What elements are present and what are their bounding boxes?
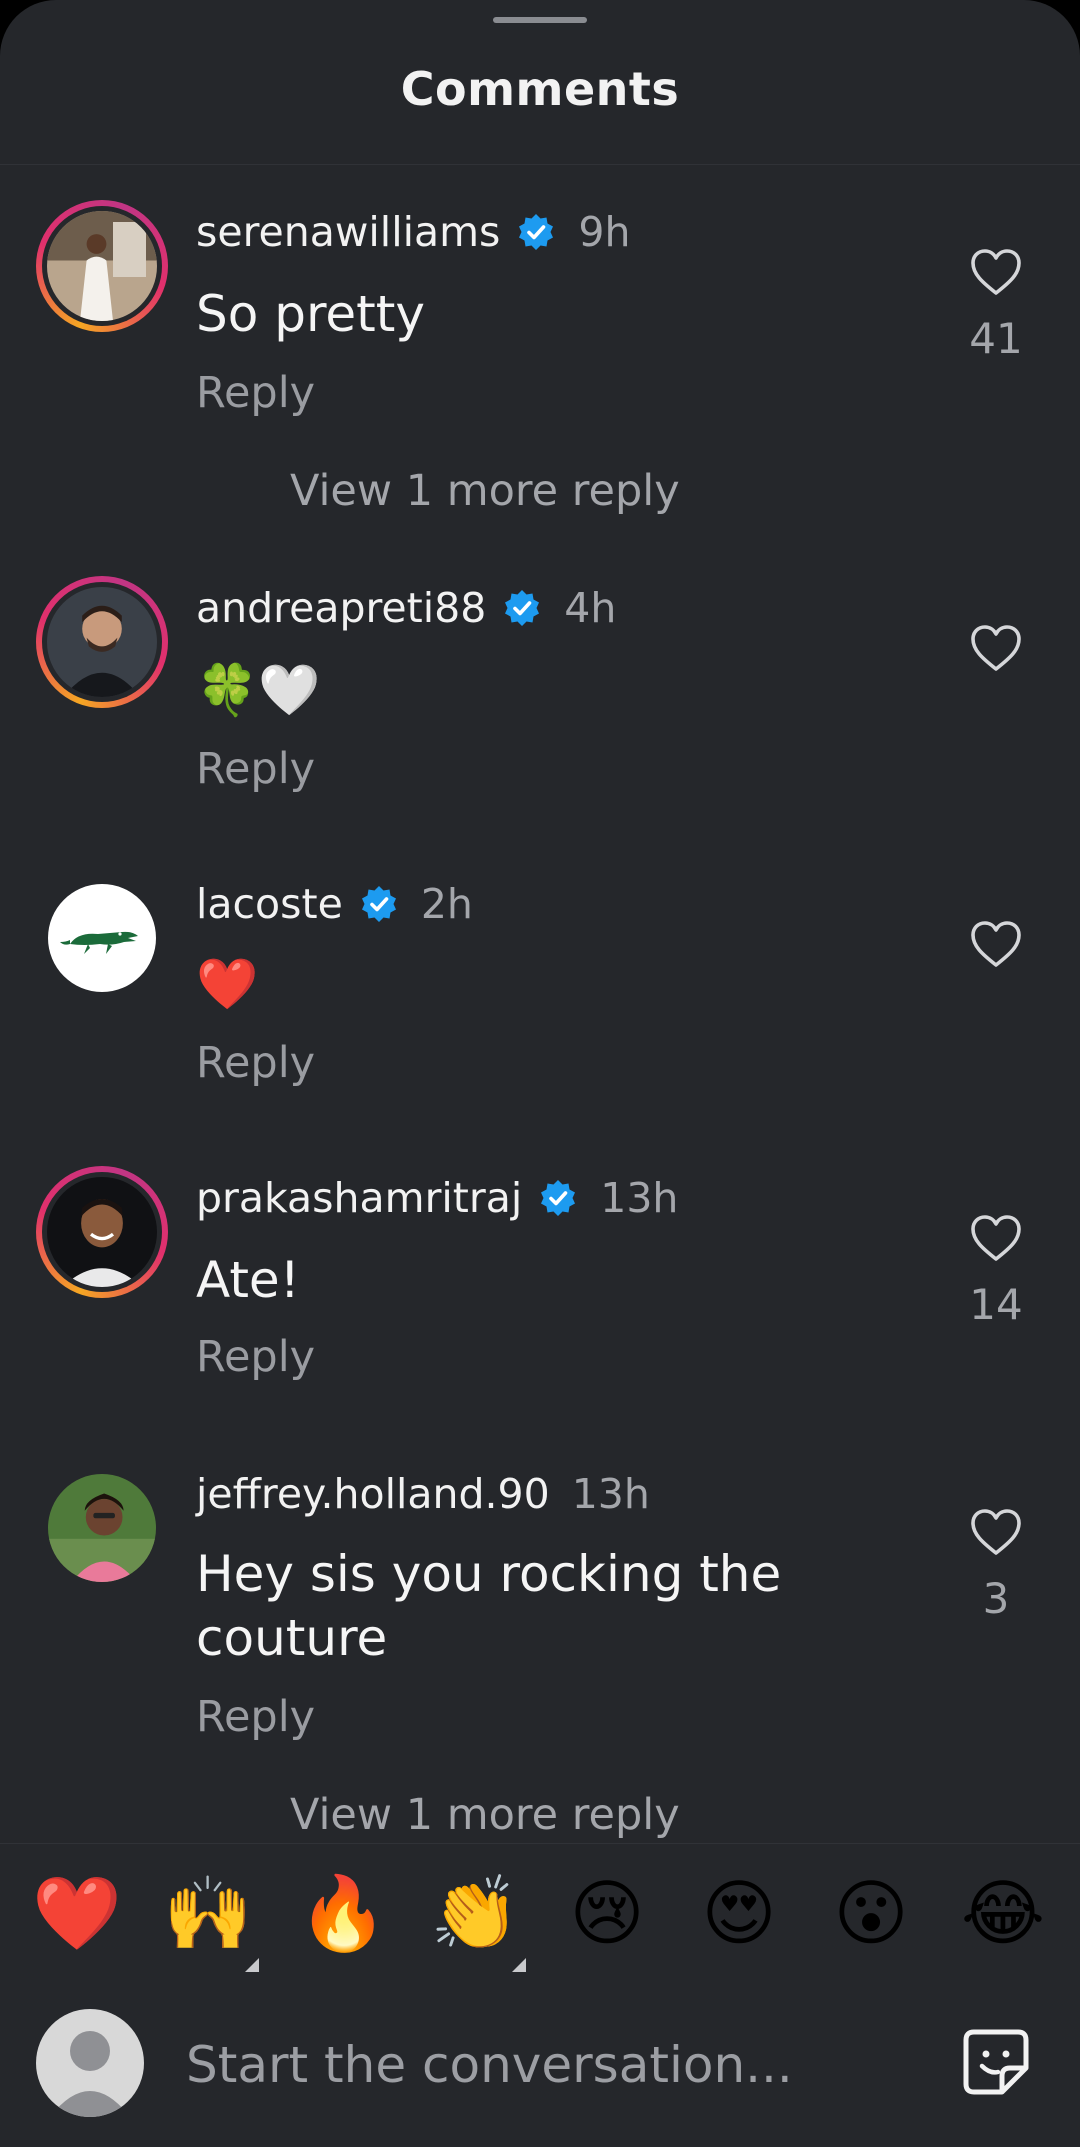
verified-badge-icon	[541, 1180, 576, 1216]
like-button[interactable]	[966, 248, 1026, 296]
like-count: 41	[969, 314, 1023, 363]
skin-tone-indicator	[245, 1958, 259, 1972]
emoji-surprised-button[interactable]: 😮	[826, 1868, 916, 1958]
comment-header: andreapreti88 4h	[196, 584, 616, 632]
title-divider	[0, 164, 1080, 165]
view-more-replies[interactable]: View 1 more reply	[290, 466, 680, 516]
verified-badge-icon	[505, 590, 540, 626]
heart-icon	[971, 625, 1021, 671]
comment-time: 9h	[578, 208, 631, 256]
avatar[interactable]	[48, 884, 156, 992]
skin-tone-indicator	[512, 1958, 526, 1972]
default-avatar-icon	[50, 2031, 130, 2117]
avatar-photo	[47, 587, 157, 697]
heart-icon	[971, 1509, 1021, 1555]
comment-text: Hey sis you rocking the couture	[196, 1545, 782, 1667]
username[interactable]: prakashamritraj	[196, 1174, 522, 1222]
like-button[interactable]	[966, 1214, 1026, 1262]
comment-text: ❤️	[196, 955, 259, 1013]
current-user-avatar	[36, 2009, 144, 2117]
comment-text: Ate!	[196, 1251, 300, 1309]
username[interactable]: jeffrey.holland.90	[196, 1470, 550, 1518]
comment-time: 4h	[564, 584, 617, 632]
emoji-raised-hands: 🙌	[163, 1871, 253, 1955]
reply-button[interactable]: Reply	[196, 744, 315, 794]
avatar-photo	[47, 1177, 157, 1287]
reply-button[interactable]: Reply	[196, 1692, 315, 1742]
comment-header: prakashamritraj 13h	[196, 1174, 678, 1222]
avatar[interactable]	[36, 200, 168, 332]
emoji-laughing-button[interactable]: 😂	[958, 1868, 1048, 1958]
emoji-heart-button[interactable]: ❤️	[32, 1868, 122, 1958]
like-button[interactable]	[966, 1508, 1026, 1556]
emoji-clap-button[interactable]: 👏	[430, 1868, 526, 1972]
sheet-title: Comments	[400, 62, 680, 116]
emoji-crying-button[interactable]: 😢	[562, 1868, 652, 1958]
heart-icon	[971, 249, 1021, 295]
avatar[interactable]	[36, 1166, 168, 1298]
comment-text: 🍀🤍	[196, 661, 321, 719]
comment-header: serenawilliams 9h	[196, 208, 630, 256]
heart-icon	[971, 921, 1021, 967]
emoji-raised-hands-button[interactable]: 🙌	[163, 1868, 259, 1972]
heart-icon	[971, 1215, 1021, 1261]
comment-input[interactable]: Start the conversation...	[186, 2036, 793, 2094]
emoji-fire-button[interactable]: 🔥	[298, 1868, 388, 1958]
emoji-heart-eyes-button[interactable]: 😍	[694, 1868, 784, 1958]
reply-button[interactable]: Reply	[196, 1038, 315, 1088]
username[interactable]: lacoste	[196, 880, 343, 928]
reply-button[interactable]: Reply	[196, 1332, 315, 1382]
comments-sheet: Comments serenawilliams 9h So pretty Rep…	[0, 0, 1080, 2147]
crocodile-logo-icon	[60, 931, 138, 954]
like-count: 3	[982, 1574, 1010, 1623]
comment-time: 2h	[420, 880, 473, 928]
avatar-photo	[47, 211, 157, 321]
view-more-replies[interactable]: View 1 more reply	[290, 1790, 680, 1840]
like-button[interactable]	[966, 920, 1026, 968]
comment-header: lacoste 2h	[196, 880, 473, 928]
like-count: 14	[969, 1280, 1023, 1329]
comment-header: jeffrey.holland.90 13h	[196, 1470, 650, 1518]
verified-badge-icon	[519, 214, 554, 250]
emoji-reaction-bar: ❤️ 🙌 🔥 👏 😢 😍 😮 😂	[0, 1843, 1080, 1983]
comment-time: 13h	[600, 1174, 679, 1222]
comment-text: So pretty	[196, 285, 425, 343]
avatar[interactable]	[36, 576, 168, 708]
username[interactable]: andreapreti88	[196, 584, 486, 632]
drag-handle[interactable]	[493, 17, 587, 23]
like-button[interactable]	[966, 624, 1026, 672]
comment-time: 13h	[571, 1470, 650, 1518]
avatar[interactable]	[48, 1474, 156, 1582]
emoji-clap: 👏	[430, 1871, 520, 1955]
verified-badge-icon	[361, 886, 396, 922]
sticker-icon[interactable]	[960, 2026, 1032, 2098]
avatar-photo	[48, 1474, 156, 1582]
username[interactable]: serenawilliams	[196, 208, 500, 256]
reply-button[interactable]: Reply	[196, 368, 315, 418]
comment-compose-bar: Start the conversation...	[0, 1984, 1080, 2147]
